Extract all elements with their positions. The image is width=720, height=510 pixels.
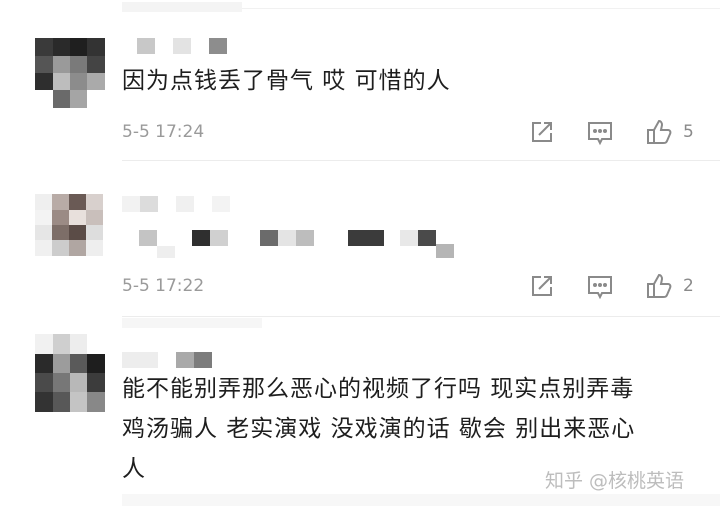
comment-text-3-line2: 鸡汤骗人 老实演戏 没戏演的话 歇会 别出来恶心 [122, 416, 636, 442]
bottom-strip [122, 494, 720, 506]
comment-icon [588, 122, 612, 146]
comment-text-3-line3: 人 [122, 456, 146, 482]
like-icon [647, 119, 672, 144]
avatar-2[interactable] [35, 194, 103, 256]
username-2[interactable] [122, 196, 232, 212]
like-count-1: 5 [683, 122, 694, 142]
like-icon [647, 273, 672, 298]
like-button-2[interactable]: 2 [645, 272, 694, 300]
avatar-3[interactable] [35, 334, 105, 412]
comment-icon [588, 276, 612, 300]
watermark: 知乎 @核桃英语 [545, 470, 685, 492]
redacted-strip [122, 318, 262, 328]
divider-2 [122, 316, 720, 317]
share-button-2[interactable] [529, 273, 555, 299]
avatar-1[interactable] [35, 38, 105, 108]
username-3[interactable] [122, 352, 222, 368]
username-1[interactable] [137, 38, 227, 54]
like-button-1[interactable]: 5 [645, 118, 694, 146]
redacted-line [122, 2, 242, 12]
comment-text-2-redacted [122, 228, 482, 258]
share-icon [532, 122, 552, 142]
reply-button-2[interactable] [586, 274, 614, 300]
share-button-1[interactable] [529, 119, 555, 145]
like-count-2: 2 [683, 276, 694, 296]
comment-text-1: 因为点钱丢了骨气 哎 可惜的人 [122, 68, 451, 94]
divider-1 [122, 160, 720, 161]
comment-time-1: 5-5 17:24 [122, 122, 205, 142]
comment-time-2: 5-5 17:22 [122, 276, 205, 296]
comment-text-3-line1: 能不能别弄那么恶心的视频了行吗 现实点别弄毒 [122, 376, 635, 402]
share-icon [532, 276, 552, 296]
reply-button-1[interactable] [586, 120, 614, 146]
